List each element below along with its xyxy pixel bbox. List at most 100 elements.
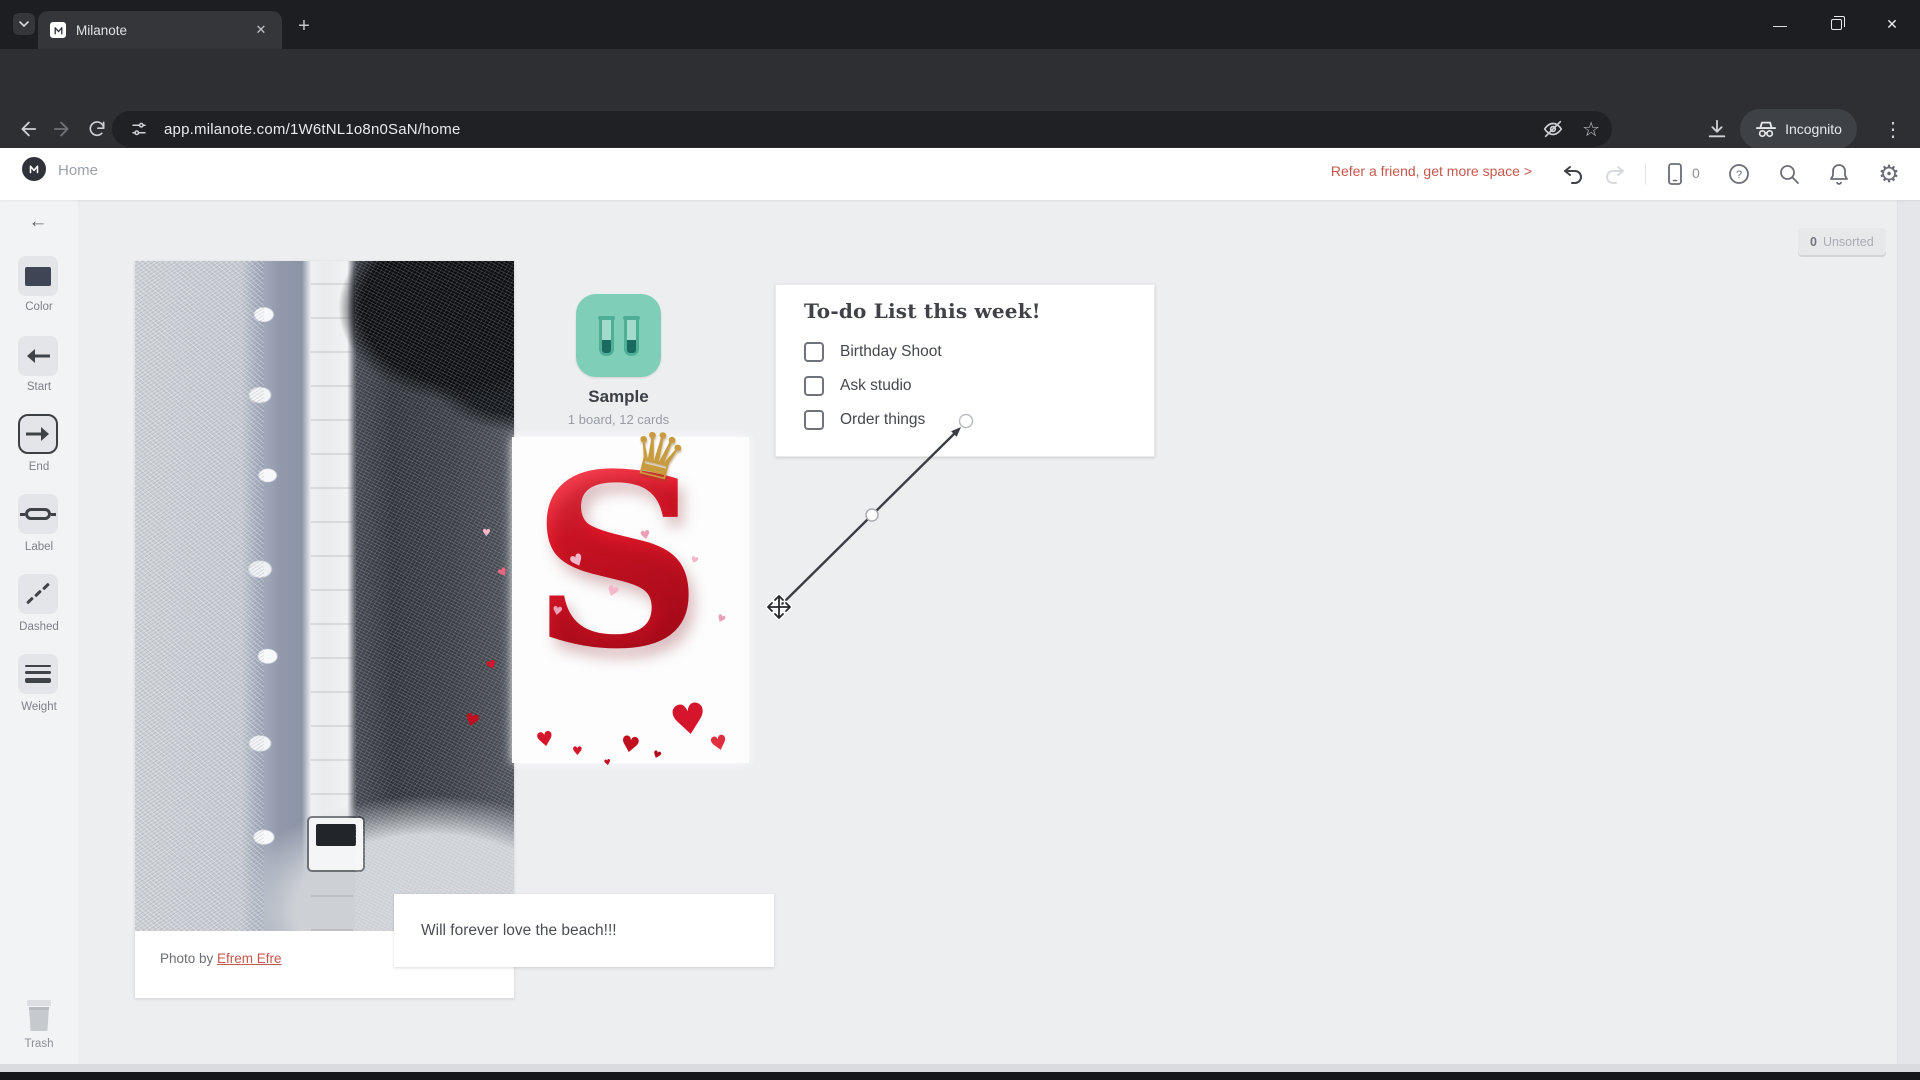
address-bar[interactable]: app.milanote.com/1W6tNL1o8n0SaN/home ☆ — [112, 111, 1612, 147]
browser-forward-button[interactable] — [46, 112, 80, 146]
board-title-home: Home — [58, 162, 99, 179]
vertical-scrollbar[interactable] — [1897, 200, 1920, 1064]
bookmark-star-icon[interactable]: ☆ — [1582, 117, 1600, 142]
window-controls: — ✕ — [1752, 0, 1920, 49]
heart-icon: ♥ — [603, 757, 612, 768]
tool-weight-button[interactable] — [18, 654, 58, 694]
trash-label: Trash — [24, 1038, 54, 1050]
image-card[interactable]: Photo by Efrem Efre — [135, 261, 514, 998]
checkbox-unchecked[interactable] — [804, 376, 824, 396]
heart-icon: ♥ — [550, 603, 564, 619]
trash-icon — [27, 1000, 51, 1031]
settings-button[interactable]: ⚙ — [1876, 161, 1902, 188]
help-button[interactable]: ? — [1726, 161, 1752, 187]
heart-icon: ♥ — [572, 744, 583, 758]
photo-caption: Photo by Efrem Efre — [160, 951, 282, 966]
test-tube-icon — [597, 315, 615, 356]
site-info-icon[interactable] — [128, 120, 150, 138]
unsorted-badge[interactable]: 0 Unsorted — [1798, 228, 1886, 255]
browser-back-button[interactable] — [10, 112, 44, 146]
browser-menu-button[interactable]: ⋮ — [1876, 112, 1910, 146]
tab-search-button[interactable] — [13, 13, 35, 35]
beach-aerial-photo — [135, 261, 514, 931]
mobile-app-button[interactable] — [1662, 161, 1688, 187]
back-arrow-icon — [21, 121, 37, 137]
label-pill-icon — [20, 508, 56, 520]
arrow-mid-handle[interactable] — [865, 508, 879, 522]
device-count: 0 — [1692, 165, 1700, 181]
arrow-left-icon — [27, 349, 50, 363]
vehicle-on-pier — [309, 818, 363, 870]
milanote-logo-icon[interactable] — [22, 157, 46, 181]
chevron-down-icon — [19, 21, 29, 28]
svg-text:?: ? — [1736, 169, 1742, 181]
browser-toolbar: app.milanote.com/1W6tNL1o8n0SaN/home ☆ I… — [0, 49, 1920, 149]
search-button[interactable] — [1776, 161, 1802, 187]
heart-icon: ♥ — [618, 731, 642, 760]
window-minimize-button[interactable]: — — [1752, 0, 1808, 49]
tool-start-button[interactable] — [18, 336, 58, 376]
unsorted-count: 0 — [1810, 234, 1817, 249]
heart-icon: ♥ — [482, 528, 491, 539]
browser-reload-button[interactable] — [80, 112, 114, 146]
letter-s-sticker[interactable]: S ♛ ♥ ♥ ♥ ♥ ♥ ♥ ♥ ♥ ♥ ♥ ♥ ♥ ♥ ♥ ♥ ♥ ♥ — [462, 413, 749, 768]
download-icon — [1708, 119, 1726, 138]
refer-friend-link[interactable]: Refer a friend, get more space > — [1331, 163, 1532, 179]
screen: Milanote ✕ + — ✕ app.milanote.com/1W6tNL… — [0, 0, 1920, 1080]
heart-icon: ♥ — [534, 725, 556, 753]
tab-close-icon[interactable]: ✕ — [252, 21, 270, 39]
sidebar-back-button[interactable]: ← — [24, 210, 52, 234]
browser-tab-milanote[interactable]: Milanote ✕ — [38, 11, 282, 49]
phone-icon — [1668, 163, 1682, 185]
note-card[interactable]: Will forever love the beach!!! — [394, 894, 774, 967]
line-weight-icon — [25, 665, 51, 683]
todo-row: Birthday Shoot — [804, 341, 942, 363]
password-eye-off-icon[interactable] — [1542, 118, 1564, 140]
unsorted-label: Unsorted — [1822, 234, 1874, 249]
tool-end-button[interactable] — [18, 414, 58, 454]
redo-button[interactable] — [1602, 161, 1628, 187]
color-swatch-icon — [25, 266, 51, 286]
horizontal-scrollbar[interactable] — [0, 1064, 1920, 1072]
arrow-connector[interactable] — [758, 402, 988, 632]
board-name[interactable]: Sample — [526, 387, 711, 407]
tool-label-button[interactable] — [18, 494, 58, 534]
todo-row: Ask studio — [804, 375, 912, 397]
window-restore-button[interactable] — [1808, 0, 1864, 49]
heart-icon: ♥ — [666, 692, 711, 747]
milanote-header: Home Refer a friend, get more space > 0 … — [0, 148, 1920, 200]
test-tube-icon — [622, 315, 640, 356]
todo-title: To-do List this week! — [804, 299, 1041, 323]
todo-item-label[interactable]: Ask studio — [840, 377, 912, 395]
incognito-icon — [1756, 121, 1777, 138]
window-bottom-edge — [0, 1072, 1920, 1080]
board-tile-sample[interactable] — [576, 294, 661, 377]
tool-dashed-button[interactable] — [18, 574, 58, 614]
photo-credit-link[interactable]: Efrem Efre — [217, 951, 282, 966]
arrow-end-handle[interactable] — [958, 413, 974, 429]
board-meta: 1 board, 12 cards — [567, 412, 670, 427]
tool-dashed-label: Dashed — [19, 621, 59, 633]
undo-button[interactable] — [1560, 161, 1586, 187]
notifications-button[interactable] — [1826, 161, 1852, 187]
url-text[interactable]: app.milanote.com/1W6tNL1o8n0SaN/home — [164, 121, 461, 138]
help-icon: ? — [1729, 164, 1749, 184]
bell-icon — [1830, 164, 1848, 185]
download-button[interactable] — [1700, 112, 1734, 146]
trash-dropzone[interactable]: Trash — [0, 996, 78, 1050]
heart-icon: ♥ — [650, 748, 663, 763]
checkbox-unchecked[interactable] — [804, 342, 824, 362]
tool-weight-label: Weight — [21, 701, 57, 713]
window-close-button[interactable]: ✕ — [1864, 0, 1920, 49]
incognito-badge[interactable]: Incognito — [1740, 109, 1857, 149]
tool-label-label: Label — [24, 541, 54, 553]
tool-color-button[interactable] — [18, 256, 58, 296]
todo-item-label[interactable]: Birthday Shoot — [840, 343, 942, 361]
undo-icon — [1564, 166, 1582, 184]
incognito-label: Incognito — [1785, 121, 1842, 137]
tab-title: Milanote — [76, 22, 128, 38]
browser-tabstrip: Milanote ✕ + — ✕ — [0, 0, 1920, 49]
heart-icon: ♥ — [707, 729, 731, 757]
reload-icon — [89, 121, 105, 137]
new-tab-button[interactable]: + — [292, 14, 316, 38]
